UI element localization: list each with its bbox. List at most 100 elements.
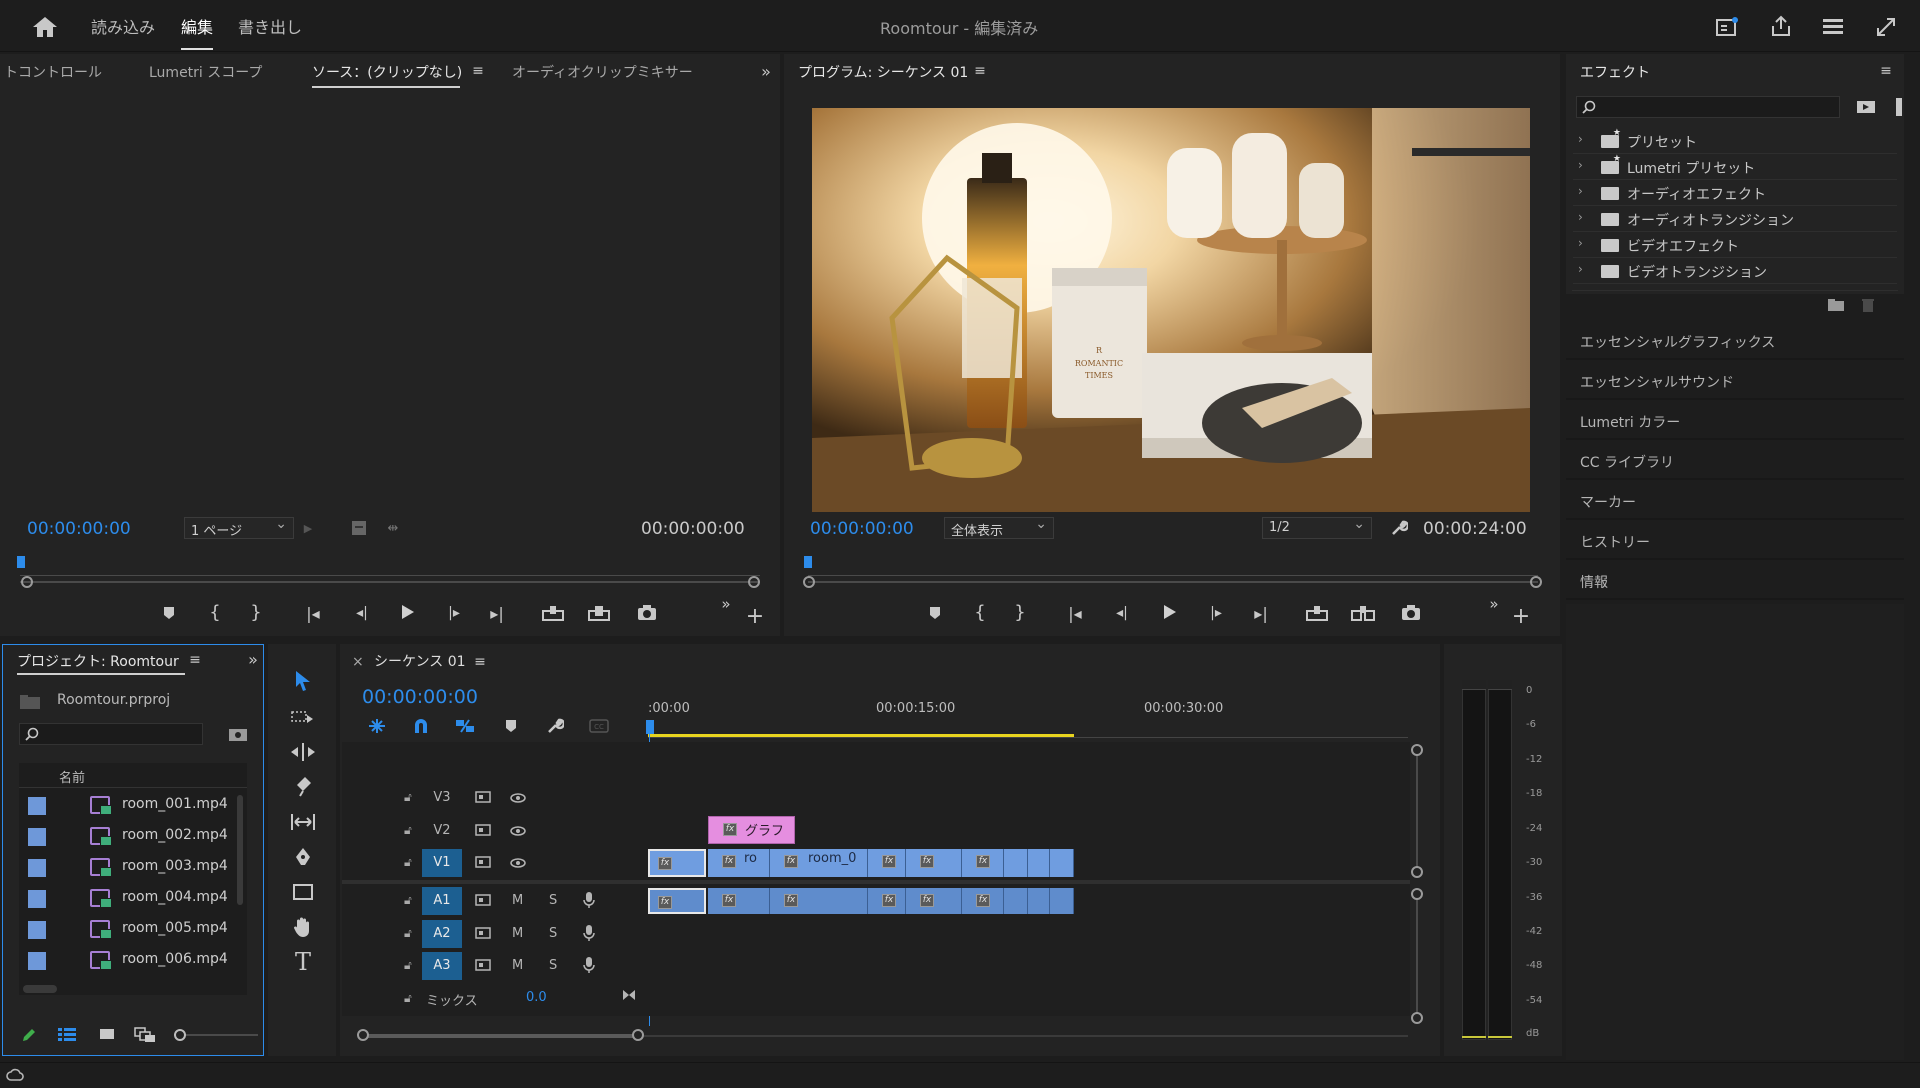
lock-icon[interactable]: 🔓︎ — [404, 893, 412, 908]
program-zoom-bar[interactable] — [808, 581, 1538, 583]
zoom-level-dropdown[interactable]: 全体表示 — [944, 516, 1054, 539]
track-v2[interactable]: V2 — [422, 817, 462, 845]
effect-folder-video-effects[interactable]: › ビデオエフェクト — [1573, 232, 1897, 258]
more-buttons-icon[interactable]: » — [716, 595, 736, 613]
mute-button[interactable]: M — [512, 958, 523, 973]
track-a2[interactable]: A2 — [422, 920, 462, 948]
button-editor-icon[interactable]: + — [1510, 604, 1532, 629]
new-bin-icon[interactable] — [1826, 296, 1846, 314]
audio-clip[interactable] — [1004, 888, 1028, 914]
tab-source[interactable]: ソース：(クリップなし) — [312, 62, 462, 82]
program-title[interactable]: プログラム: シーケンス 01 — [798, 62, 968, 82]
tab-lumetri-scopes[interactable]: Lumetri スコープ — [149, 62, 262, 82]
effect-folder-presets[interactable]: › プリセット — [1573, 128, 1897, 154]
insert-icon[interactable] — [540, 602, 566, 624]
track-v1[interactable]: V1 — [422, 849, 462, 877]
peak-indicator-left[interactable] — [1462, 680, 1486, 690]
source-timecode-in[interactable]: 00:00:00:00 — [27, 519, 131, 539]
microphone-icon[interactable] — [580, 890, 598, 910]
list-item[interactable]: room_004.mp4 — [20, 882, 232, 913]
panel-menu-icon[interactable]: ≡ — [187, 652, 203, 668]
mute-button[interactable]: M — [512, 893, 523, 908]
go-to-in-icon[interactable]: |◂ — [1062, 602, 1088, 624]
linked-selection-icon[interactable] — [454, 716, 476, 736]
overwrite-icon[interactable] — [586, 602, 612, 624]
zoom-handle-right[interactable] — [748, 576, 760, 588]
chevron-right-icon[interactable]: › — [1578, 236, 1583, 250]
find-icon[interactable] — [227, 725, 249, 743]
mark-in-icon[interactable]: { — [970, 600, 990, 624]
sync-lock-icon[interactable] — [474, 854, 492, 870]
playback-resolution-dropdown[interactable]: 1/2 — [1262, 516, 1372, 539]
audio-track-scroll[interactable] — [1416, 894, 1418, 1018]
effect-folder-lumetri-presets[interactable]: › Lumetri プリセット — [1573, 154, 1897, 180]
lock-icon[interactable]: 🔓︎ — [404, 823, 412, 838]
chevron-right-icon[interactable]: › — [1578, 210, 1583, 224]
effect-folder-video-transitions[interactable]: › ビデオトランジション — [1573, 258, 1897, 284]
program-video-preview[interactable]: R ROMANTIC TIMES — [812, 108, 1530, 512]
microphone-icon[interactable] — [580, 955, 598, 975]
video-clip[interactable] — [1050, 849, 1074, 877]
list-item[interactable]: room_002.mp4 — [20, 820, 232, 851]
label-color-chip[interactable] — [28, 797, 46, 815]
panel-history[interactable]: ヒストリー — [1566, 522, 1904, 560]
safe-margins-icon[interactable] — [350, 519, 368, 537]
go-to-out-icon[interactable]: ▸| — [484, 602, 510, 624]
add-marker-icon[interactable] — [158, 602, 180, 624]
accelerated-effects-icon[interactable] — [1854, 96, 1878, 118]
captions-icon[interactable]: CC — [588, 717, 610, 735]
rectangle-tool-icon[interactable] — [286, 877, 320, 907]
thumbnail-size-slider[interactable] — [178, 1034, 258, 1036]
panel-menu-icon[interactable]: ≡ — [470, 63, 486, 79]
step-forward-icon[interactable]: |▸ — [442, 602, 466, 624]
menu-export[interactable]: 書き出し — [238, 14, 302, 38]
timeline-zoom-range[interactable] — [362, 1034, 638, 1038]
effects-icon-strip[interactable] — [1896, 98, 1902, 116]
settings-wrench-icon[interactable] — [1388, 517, 1410, 539]
button-editor-icon[interactable]: + — [744, 604, 766, 629]
more-panels-icon[interactable]: » — [756, 62, 776, 81]
source-zoom-bar[interactable] — [20, 581, 760, 583]
lock-icon[interactable]: 🔓︎ — [404, 958, 412, 973]
type-tool-icon[interactable]: T — [286, 947, 320, 977]
project-title[interactable]: プロジェクト: Roomtour — [17, 651, 179, 671]
sync-lock-icon[interactable] — [474, 925, 492, 941]
audio-clip[interactable]: fx — [906, 888, 962, 914]
list-scrollbar[interactable] — [237, 795, 243, 905]
panel-menu-icon[interactable]: ≡ — [972, 63, 988, 79]
icon-view-icon[interactable] — [96, 1024, 118, 1046]
audio-clip[interactable] — [1050, 888, 1074, 914]
play-icon[interactable] — [1158, 600, 1182, 624]
more-buttons-icon[interactable]: » — [1484, 595, 1504, 613]
hand-tool-icon[interactable] — [286, 912, 320, 942]
share-icon[interactable] — [1767, 13, 1795, 39]
label-color-chip[interactable] — [28, 952, 46, 970]
panel-info[interactable]: 情報 — [1566, 562, 1904, 600]
slip-tool-icon[interactable] — [286, 807, 320, 837]
panel-cc-libraries[interactable]: CC ライブラリ — [1566, 442, 1904, 480]
scroll-handle-top[interactable] — [1411, 888, 1423, 900]
step-forward-icon[interactable]: |▸ — [1204, 602, 1228, 624]
solo-button[interactable]: S — [549, 958, 557, 973]
quick-export-icon[interactable] — [1713, 14, 1741, 40]
mark-out-icon[interactable]: } — [246, 600, 266, 624]
panel-menu-icon[interactable]: ≡ — [472, 654, 488, 670]
audio-clip[interactable]: fx — [708, 888, 770, 914]
label-color-chip[interactable] — [28, 890, 46, 908]
timeline-timecode[interactable]: 00:00:00:00 — [362, 686, 478, 708]
source-timeline-ruler[interactable] — [20, 562, 760, 576]
workspaces-icon[interactable] — [1819, 14, 1847, 40]
sync-lock-icon[interactable] — [474, 822, 492, 838]
play-icon[interactable] — [396, 600, 420, 624]
zoom-handle-left[interactable] — [357, 1029, 369, 1041]
razor-tool-icon[interactable] — [286, 772, 320, 802]
track-select-tool-icon[interactable] — [286, 702, 320, 732]
program-timeline-ruler[interactable] — [808, 562, 1538, 576]
lift-icon[interactable] — [1304, 602, 1330, 624]
video-clip[interactable] — [1004, 849, 1028, 877]
lock-icon[interactable]: 🔓︎ — [404, 926, 412, 941]
nest-icon[interactable] — [366, 716, 388, 736]
audio-clip[interactable]: fx — [770, 888, 868, 914]
list-item[interactable]: room_006.mp4 — [20, 944, 232, 975]
work-area-bar[interactable] — [648, 734, 1074, 737]
